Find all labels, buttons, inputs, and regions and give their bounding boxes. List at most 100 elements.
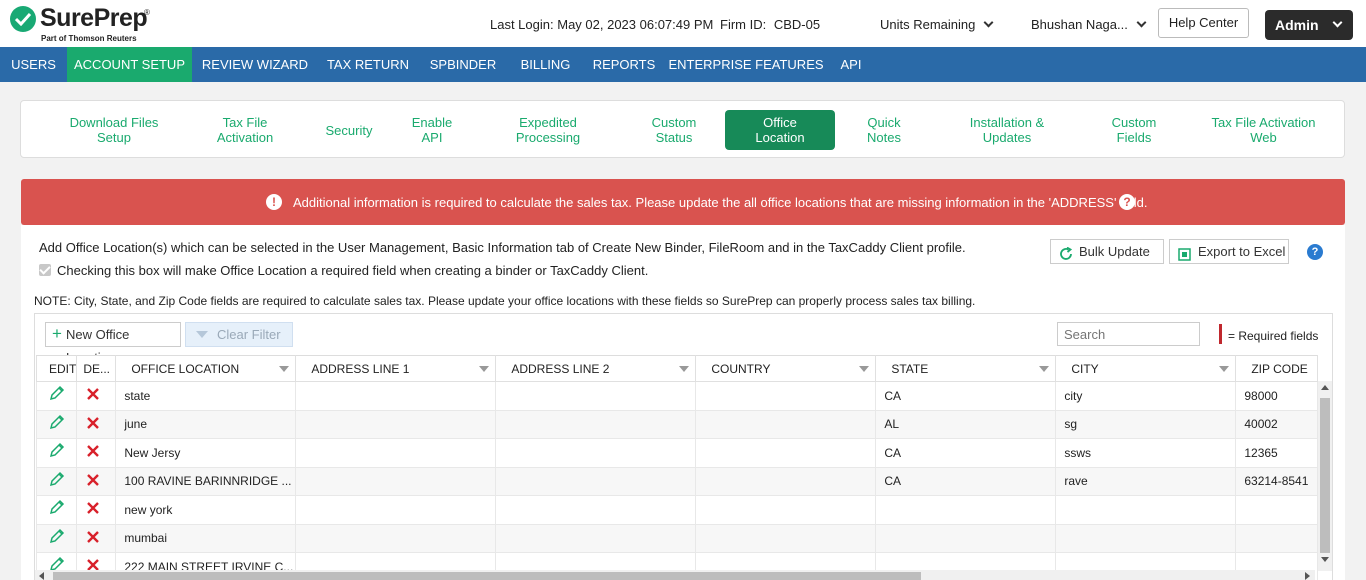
nav-spbinder[interactable]: SPBINDER bbox=[418, 47, 508, 82]
user-menu[interactable]: Bhushan Naga... bbox=[1031, 17, 1147, 32]
col-address-line-2[interactable]: ADDRESS LINE 2 bbox=[495, 355, 697, 382]
col-address-line-1[interactable]: ADDRESS LINE 1 bbox=[295, 355, 497, 382]
subtab-label: Updates bbox=[982, 130, 1032, 145]
scroll-left-icon[interactable] bbox=[39, 572, 44, 580]
filter-icon[interactable] bbox=[479, 366, 490, 372]
nav-reports[interactable]: REPORTS bbox=[583, 47, 665, 82]
brand-name: SurePrep bbox=[40, 4, 148, 32]
col-office-location[interactable]: OFFICE LOCATION bbox=[115, 355, 297, 382]
delete-x-icon[interactable] bbox=[83, 499, 103, 520]
column-label: OFFICE LOCATION bbox=[131, 361, 240, 376]
horizontal-scrollbar[interactable] bbox=[35, 570, 1315, 580]
nav-billing[interactable]: BILLING bbox=[508, 47, 583, 82]
grid-search-input[interactable] bbox=[1057, 322, 1200, 346]
admin-dropdown[interactable]: Admin bbox=[1265, 10, 1353, 40]
units-remaining-dropdown[interactable]: Units Remaining bbox=[880, 17, 994, 32]
subtab-custom-fields[interactable]: Custom Fields bbox=[1094, 110, 1174, 150]
subtab-office-location[interactable]: Office Location bbox=[725, 110, 835, 150]
vertical-scroll-thumb[interactable] bbox=[1320, 398, 1330, 553]
subtab-security[interactable]: Security bbox=[313, 110, 385, 150]
col-city[interactable]: CITY bbox=[1055, 355, 1237, 382]
question-icon[interactable]: ? bbox=[1307, 244, 1323, 260]
filter-icon[interactable] bbox=[279, 366, 290, 372]
subtab-label: Web bbox=[1250, 130, 1277, 145]
vertical-scrollbar[interactable] bbox=[1318, 381, 1332, 571]
subtab-label: Activation bbox=[216, 130, 274, 145]
clear-filter-button[interactable]: Clear Filter bbox=[185, 322, 293, 347]
table-row[interactable]: june AL sg 40002 bbox=[35, 409, 1319, 439]
filter-icon[interactable] bbox=[859, 366, 870, 372]
subtab-custom-status[interactable]: Custom Status bbox=[634, 110, 714, 150]
nav-review-wizard[interactable]: REVIEW WIZARD bbox=[192, 47, 318, 82]
cell-addr1 bbox=[295, 438, 497, 468]
refresh-icon bbox=[1059, 245, 1073, 268]
pencil-icon[interactable] bbox=[47, 442, 67, 463]
cell-city: rave bbox=[1055, 466, 1237, 496]
help-center-button[interactable]: Help Center bbox=[1158, 8, 1249, 38]
table-row[interactable]: new york bbox=[35, 495, 1319, 525]
subtab-label: Status bbox=[655, 130, 693, 145]
delete-x-icon[interactable] bbox=[83, 442, 103, 463]
column-label: ADDRESS LINE 1 bbox=[311, 361, 410, 376]
nav-api[interactable]: API bbox=[827, 47, 875, 82]
alert-message: Additional information is required to ca… bbox=[293, 195, 1148, 210]
required-field-marker bbox=[1219, 324, 1222, 344]
delete-x-icon[interactable] bbox=[83, 414, 103, 435]
firm-id-label: Firm ID: bbox=[720, 17, 767, 32]
table-row[interactable]: New Jersy CA ssws 12365 bbox=[35, 438, 1319, 468]
delete-x-icon[interactable] bbox=[83, 471, 103, 492]
new-office-location-button[interactable]: + New Office Location bbox=[45, 322, 181, 365]
delete-x-icon[interactable] bbox=[83, 528, 103, 549]
office-location-panel: Add Office Location(s) which can be sele… bbox=[21, 225, 1345, 580]
delete-x-icon[interactable] bbox=[83, 385, 103, 406]
filter-icon[interactable] bbox=[1219, 366, 1230, 372]
scroll-down-icon[interactable] bbox=[1321, 557, 1329, 562]
required-field-checkbox[interactable] bbox=[39, 264, 51, 276]
cell-addr2 bbox=[495, 409, 697, 439]
subtab-label: Notes bbox=[867, 130, 901, 145]
question-icon[interactable]: ? bbox=[1119, 194, 1135, 210]
subtab-expedited-processing[interactable]: Expedited Processing bbox=[496, 110, 600, 150]
subtab-tax-file-activation[interactable]: Tax File Activation bbox=[201, 110, 289, 150]
edit-cell bbox=[35, 466, 78, 496]
filter-icon[interactable] bbox=[1039, 366, 1050, 372]
pencil-icon[interactable] bbox=[47, 471, 67, 492]
pencil-icon[interactable] bbox=[47, 499, 67, 520]
col-state[interactable]: STATE bbox=[875, 355, 1057, 382]
cell-country bbox=[695, 523, 877, 553]
scroll-right-icon[interactable] bbox=[1305, 572, 1310, 580]
cell-city: city bbox=[1055, 381, 1237, 411]
cell-zip: 40002 bbox=[1235, 409, 1319, 439]
bulk-update-button[interactable]: Bulk Update bbox=[1050, 239, 1164, 264]
pencil-icon[interactable] bbox=[47, 385, 67, 406]
delete-cell bbox=[76, 495, 117, 525]
subtab-quick-notes[interactable]: Quick Notes bbox=[849, 110, 919, 150]
col-zip-code[interactable]: ZIP CODE bbox=[1235, 355, 1319, 382]
nav-account-setup[interactable]: ACCOUNT SETUP bbox=[67, 47, 192, 82]
cell-addr2 bbox=[495, 438, 697, 468]
cell-city bbox=[1055, 495, 1237, 525]
col-country[interactable]: COUNTRY bbox=[695, 355, 877, 382]
cell-zip: 63214-8541 bbox=[1235, 466, 1319, 496]
cell-addr2 bbox=[495, 381, 697, 411]
nav-users[interactable]: USERS bbox=[0, 47, 67, 82]
subtab-enable-api[interactable]: Enable API bbox=[401, 110, 463, 150]
table-row[interactable]: 100 RAVINE BARINNRIDGE ... CA rave 63214-85… bbox=[35, 466, 1319, 496]
table-row[interactable]: state CA city 98000 bbox=[35, 381, 1319, 411]
filter-icon[interactable] bbox=[679, 366, 690, 372]
nav-enterprise-features[interactable]: ENTERPRISE FEATURES bbox=[665, 47, 827, 82]
export-to-excel-button[interactable]: Export to Excel bbox=[1169, 239, 1289, 264]
subtab-download-files-setup[interactable]: Download Files Setup bbox=[59, 110, 169, 150]
table-row[interactable]: mumbai bbox=[35, 523, 1319, 553]
pencil-icon[interactable] bbox=[47, 528, 67, 549]
scroll-up-icon[interactable] bbox=[1321, 385, 1329, 390]
delete-cell bbox=[76, 381, 117, 411]
pencil-icon[interactable] bbox=[47, 414, 67, 435]
sureprep-logo[interactable]: SurePrep ® Part of Thomson Reuters bbox=[10, 4, 150, 44]
subtab-tax-file-activation-web[interactable]: Tax File Activation Web bbox=[1201, 110, 1326, 150]
export-to-excel-label: Export to Excel bbox=[1198, 244, 1286, 259]
subtab-installation-updates[interactable]: Installation & Updates bbox=[953, 110, 1061, 150]
units-remaining-label: Units Remaining bbox=[880, 17, 976, 32]
nav-tax-return[interactable]: TAX RETURN bbox=[318, 47, 418, 82]
horizontal-scroll-thumb[interactable] bbox=[53, 572, 921, 580]
